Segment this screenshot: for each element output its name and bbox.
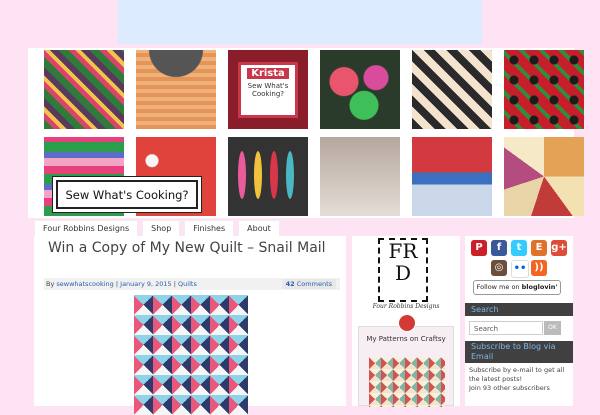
header-photo-3[interactable]: Krista Sew What's Cooking? (228, 50, 308, 129)
bloglovin-button[interactable]: Follow me on bloglovin' (473, 280, 561, 295)
frd-logo-bottom: D (394, 261, 412, 285)
subscribers-count: Join 93 other subscribers (469, 384, 550, 392)
nav-item-finishes[interactable]: Finishes (184, 220, 235, 237)
krista-name: Krista (247, 68, 289, 79)
meta-separator: | (115, 280, 119, 288)
nav-item-about[interactable]: About (238, 220, 280, 237)
post-quilt-image[interactable] (134, 295, 248, 415)
krista-line-1: Sew What's (247, 82, 289, 90)
fish-shape (270, 151, 278, 199)
post-meta: By sewwhatscooking | January 9, 2015 | Q… (44, 278, 340, 290)
subscribe-text: Subscribe by e-mail to get all the lates… (469, 366, 565, 383)
craftsy-widget[interactable]: My Patterns on Craftsy (358, 326, 454, 407)
subscribe-heading: Subscribe to Blog via Email (465, 341, 573, 363)
header-photo-12[interactable] (504, 137, 584, 216)
main-content: Win a Copy of My New Quilt – Snail Mail … (34, 236, 346, 415)
nav-item-four-robbins-designs[interactable]: Four Robbins Designs (34, 220, 139, 237)
comments-count: 42 (285, 280, 295, 288)
post-date-link[interactable]: January 9, 2015 (120, 280, 172, 288)
header-photo-9[interactable] (228, 137, 308, 216)
post-author-link[interactable]: sewwhatscooking (56, 280, 113, 288)
rss-icon[interactable]: )) (531, 260, 547, 276)
craftsy-badge-icon (398, 314, 416, 332)
site-logo[interactable]: Sew What's Cooking? (56, 180, 198, 209)
header-photo-4[interactable] (320, 50, 400, 129)
search-button[interactable]: OK (544, 321, 561, 335)
krista-line-2: Cooking? (251, 90, 285, 98)
middle-sidebar: FR D Four Robbins Designs My Patterns on… (352, 236, 460, 407)
flickr-icon[interactable]: •• (511, 260, 529, 278)
header-photo-11[interactable] (412, 137, 492, 216)
subscribe-description: Subscribe by e-mail to get all the lates… (469, 366, 571, 393)
header-photo-1[interactable] (44, 50, 124, 129)
frd-caption: Four Robbins Designs (372, 303, 440, 310)
post-category-link[interactable]: Quilts (178, 280, 197, 288)
facebook-icon[interactable]: f (491, 240, 507, 256)
googleplus-icon[interactable]: g+ (551, 240, 567, 256)
header-photo-5[interactable] (412, 50, 492, 129)
krista-label-quilt: Krista Sew What's Cooking? (238, 62, 298, 118)
etsy-icon[interactable]: E (531, 240, 547, 256)
header-photo-10[interactable] (320, 137, 400, 216)
main-nav: Four Robbins Designs Shop Finishes About (34, 220, 280, 237)
instagram-icon[interactable]: ◎ (491, 260, 507, 276)
header-photo-6[interactable] (504, 50, 584, 129)
nav-item-shop[interactable]: Shop (142, 220, 181, 237)
fish-shape (286, 151, 294, 199)
search-input[interactable]: Search (469, 321, 543, 335)
bloglovin-prefix: Follow me on (476, 283, 520, 291)
four-robbins-logo[interactable]: FR D (378, 238, 428, 302)
meta-by: By (46, 280, 55, 288)
header-photo-2[interactable] (136, 50, 216, 129)
bloglovin-brand: bloglovin' (521, 283, 558, 291)
top-banner-area (118, 0, 482, 44)
fish-shape (238, 151, 246, 199)
post-title[interactable]: Win a Copy of My New Quilt – Snail Mail (48, 240, 340, 257)
meta-separator: | (173, 280, 176, 288)
pinterest-icon[interactable]: P (471, 240, 487, 256)
comments-label: Comments (296, 280, 332, 288)
fish-shape (254, 151, 262, 199)
frd-logo-top: FR (388, 239, 418, 263)
right-sidebar: Pf t Eg+ ◎ ••)) Follow me on bloglovin' Sear… (465, 236, 573, 406)
craftsy-title[interactable]: My Patterns on Craftsy (359, 335, 453, 343)
twitter-icon[interactable]: t (511, 240, 527, 256)
comments-link[interactable]: 42 Comments (281, 279, 336, 289)
search-heading: Search (465, 303, 573, 316)
